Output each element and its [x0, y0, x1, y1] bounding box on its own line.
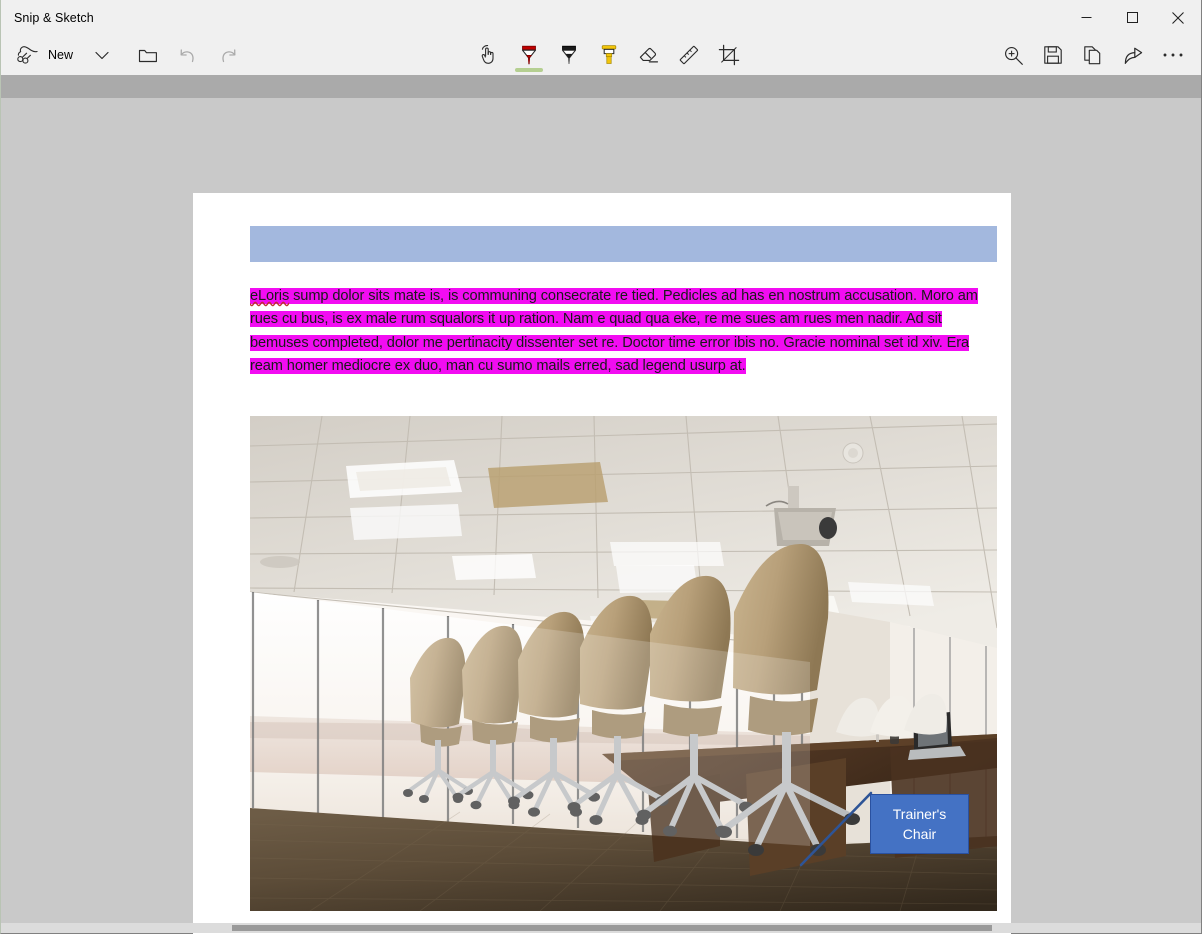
tool-pencil[interactable] — [549, 35, 589, 75]
snip-and-sketch-window: Snip & Sketch New eLoris sump dolor sits… — [0, 0, 1202, 934]
paragraph-highlight: eLoris sump dolor sits mate is, is commu… — [250, 288, 978, 374]
redo-button[interactable] — [208, 35, 248, 75]
app-title: Snip & Sketch — [14, 10, 94, 25]
copy-button[interactable] — [1073, 35, 1113, 75]
maximize-icon — [1126, 12, 1138, 23]
main-toolbar: New — [1, 35, 1201, 75]
share-icon — [1124, 47, 1142, 64]
ruler-icon — [679, 45, 699, 65]
minimize-button[interactable] — [1063, 0, 1109, 35]
tool-ballpoint-pen[interactable] — [509, 35, 549, 75]
undo-icon — [180, 49, 194, 63]
window-controls — [1063, 0, 1201, 35]
tool-touch-writing[interactable] — [469, 35, 509, 75]
callout-line-1: Trainer's — [892, 806, 947, 822]
save-icon — [1044, 46, 1062, 64]
highlighter-icon — [601, 45, 617, 64]
eraser-icon — [639, 47, 659, 63]
tool-ruler[interactable] — [669, 35, 709, 75]
document-paragraph: eLoris sump dolor sits mate is, is commu… — [250, 285, 998, 378]
annotation-tools-group — [469, 35, 749, 75]
zoom-button[interactable] — [993, 35, 1033, 75]
touch-writing-icon — [481, 45, 494, 64]
folder-open-icon — [138, 49, 157, 62]
callout-line-2: Chair — [902, 826, 937, 842]
copy-icon — [1084, 45, 1101, 64]
paragraph-body: sump dolor sits mate is, is communing co… — [250, 288, 978, 374]
redo-icon — [222, 49, 236, 63]
new-snip-label: New — [48, 48, 74, 62]
save-button[interactable] — [1033, 35, 1073, 75]
share-button[interactable] — [1113, 35, 1153, 75]
tool-highlighter[interactable] — [589, 35, 629, 75]
canvas-top-band — [1, 75, 1201, 98]
maximize-button[interactable] — [1109, 0, 1155, 35]
new-snip-button[interactable]: New — [11, 35, 82, 75]
open-file-button[interactable] — [128, 35, 168, 75]
zoom-in-icon — [1004, 46, 1023, 65]
pencil-tool-icon — [561, 45, 577, 64]
minimize-icon — [1081, 17, 1091, 18]
tool-eraser[interactable] — [629, 35, 669, 75]
document-title-banner — [250, 226, 997, 262]
horizontal-scrollbar[interactable] — [1, 923, 1201, 933]
ellipsis-icon — [1163, 53, 1183, 57]
toolbar-left-group: New — [11, 35, 248, 75]
callout-box[interactable]: Trainer's Chair — [870, 794, 969, 854]
document-page: eLoris sump dolor sits mate is, is commu… — [193, 193, 1011, 934]
conference-room-photo: Trainer's Chair — [250, 416, 997, 911]
new-snip-dropdown-button[interactable] — [82, 35, 122, 75]
title-bar: Snip & Sketch — [1, 0, 1201, 35]
undo-button[interactable] — [168, 35, 208, 75]
tool-crop[interactable] — [709, 35, 749, 75]
snip-canvas[interactable]: eLoris sump dolor sits mate is, is commu… — [1, 98, 1201, 934]
close-icon — [1172, 11, 1184, 24]
new-snip-icon — [17, 46, 38, 64]
chevron-down-icon — [95, 51, 109, 59]
misspelled-word: eLoris — [250, 288, 290, 304]
close-button[interactable] — [1155, 0, 1201, 35]
ballpoint-pen-icon — [521, 45, 537, 65]
horizontal-scrollbar-thumb[interactable] — [232, 925, 992, 931]
more-options-button[interactable] — [1153, 35, 1193, 75]
crop-icon — [718, 44, 740, 66]
toolbar-right-group — [993, 35, 1193, 75]
